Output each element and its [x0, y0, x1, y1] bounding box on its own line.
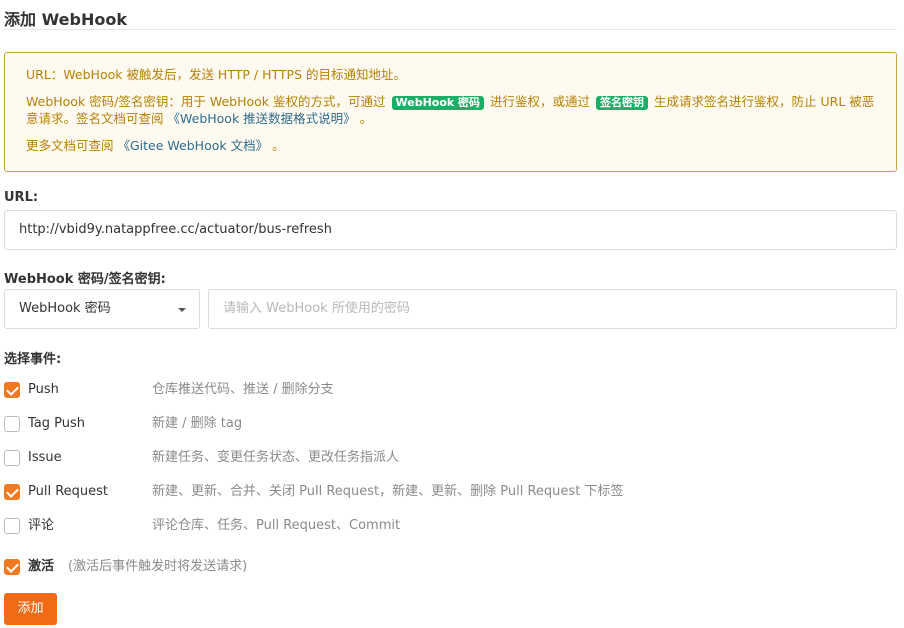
url-label: URL:: [4, 190, 39, 205]
notice-text: 更多文档可查阅: [26, 138, 114, 153]
tag-push-checkbox[interactable]: [4, 416, 20, 432]
event-name: Pull Request: [28, 484, 109, 499]
push-format-doc-link[interactable]: 《WebHook 推送数据格式说明》: [168, 111, 356, 126]
notice-text: 。: [359, 111, 373, 126]
event-row-comment: 评论 评论仓库、任务、Pull Request、Commit: [4, 517, 884, 535]
activate-label: 激活: [28, 559, 55, 574]
secret-type-value: WebHook 密码: [19, 301, 111, 316]
activate-row: 激活 (激活后事件触发时将发送请求): [4, 558, 404, 576]
secret-input[interactable]: 请输入 WebHook 所使用的密码: [208, 289, 897, 329]
secret-type-select[interactable]: WebHook 密码: [4, 289, 200, 329]
gitee-webhook-doc-link[interactable]: 《Gitee WebHook 文档》: [118, 138, 269, 153]
event-description: 新建 / 删除 tag: [152, 416, 243, 431]
notice-secret-line: WebHook 密码/签名密钥：用于 WebHook 鉴权的方式，可通过 Web…: [26, 93, 876, 127]
page-title: 添加 WebHook: [4, 10, 127, 29]
url-input[interactable]: http://vbid9y.natappfree.cc/actuator/bus…: [4, 210, 897, 250]
comment-checkbox[interactable]: [4, 518, 20, 534]
event-row-push: Push 仓库推送代码、推送 / 删除分支: [4, 381, 884, 399]
webhook-password-tag: WebHook 密码: [391, 96, 485, 110]
notice-docs-line: 更多文档可查阅 《Gitee WebHook 文档》 。: [26, 137, 876, 154]
event-description: 新建、更新、合并、关闭 Pull Request，新建、更新、删除 Pull R…: [152, 484, 624, 499]
notice-text: 进行鉴权，或通过: [490, 94, 591, 109]
signature-key-tag: 签名密钥: [596, 96, 649, 110]
info-notice: URL：WebHook 被触发后，发送 HTTP / HTTPS 的目标通知地址…: [4, 52, 897, 172]
pull-request-checkbox[interactable]: [4, 484, 20, 500]
notice-text: WebHook 密码/签名密钥：用于 WebHook 鉴权的方式，可通过: [26, 94, 386, 109]
issue-checkbox[interactable]: [4, 450, 20, 466]
push-checkbox[interactable]: [4, 382, 20, 398]
event-description: 评论仓库、任务、Pull Request、Commit: [152, 518, 401, 533]
event-row-tag-push: Tag Push 新建 / 删除 tag: [4, 415, 884, 433]
title-divider: [4, 29, 897, 30]
notice-text: 。: [272, 138, 285, 153]
event-description: 仓库推送代码、推送 / 删除分支: [152, 382, 334, 397]
secret-label: WebHook 密码/签名密钥:: [4, 272, 166, 287]
caret-down-icon: [178, 308, 186, 312]
event-name: 评论: [28, 518, 55, 533]
event-description: 新建任务、变更任务状态、更改任务指派人: [152, 450, 400, 465]
activate-hint: (激活后事件触发时将发送请求): [68, 559, 248, 574]
notice-url-line: URL：WebHook 被触发后，发送 HTTP / HTTPS 的目标通知地址…: [26, 67, 406, 82]
activate-checkbox[interactable]: [4, 559, 20, 575]
event-name: Issue: [28, 450, 62, 465]
event-name: Push: [28, 382, 59, 397]
add-button[interactable]: 添加: [4, 593, 57, 625]
events-label: 选择事件:: [4, 352, 62, 367]
event-row-pull-request: Pull Request 新建、更新、合并、关闭 Pull Request，新建…: [4, 483, 884, 501]
event-row-issue: Issue 新建任务、变更任务状态、更改任务指派人: [4, 449, 884, 467]
event-name: Tag Push: [28, 416, 86, 431]
